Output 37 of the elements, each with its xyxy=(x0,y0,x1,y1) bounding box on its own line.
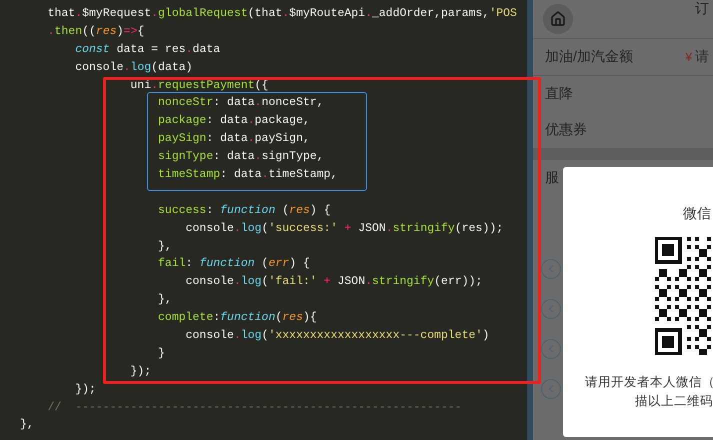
dialog-title: 微信 xyxy=(683,205,711,223)
code-line: console.log('fail:' + JSON.stringify(err)); xyxy=(186,274,482,290)
dialog-message: 描以上二维码 xyxy=(635,393,713,410)
code-line: nonceStr: data.nonceStr, xyxy=(158,95,324,112)
code-line: .then((res)=>{ xyxy=(48,24,144,40)
code-line: complete:function(res){ xyxy=(158,310,317,326)
code-line: }, xyxy=(158,238,172,255)
code-line: } xyxy=(158,346,165,362)
chevron-circle-icon[interactable] xyxy=(541,259,561,279)
code-line: // -------------------------------------------------------- xyxy=(48,400,462,416)
code-line: console.log('xxxxxxxxxxxxxxxxxx---complete') xyxy=(186,328,490,344)
code-line: signType: data.signType, xyxy=(158,149,324,166)
chevron-circle-icon[interactable] xyxy=(541,339,561,359)
code-line: that.$myRequest.globalRequest(that.$myRouteApi._addOrder,params,'POS xyxy=(48,6,517,22)
code-line: fail: function (err) { xyxy=(158,256,310,272)
code-line: package: data.package, xyxy=(158,113,310,130)
code-line: }, xyxy=(20,417,34,434)
chevron-circle-icon[interactable] xyxy=(541,299,561,319)
code-line: const data = res.data xyxy=(75,42,220,58)
code-line: }); xyxy=(130,364,152,380)
form-label: 直降 xyxy=(545,85,573,103)
code-line: }, xyxy=(158,292,172,308)
home-button[interactable] xyxy=(543,4,573,34)
code-line: console.log(data) xyxy=(75,60,193,76)
chevron-circle-icon[interactable] xyxy=(541,379,561,399)
form-label: 加油/加汽金额 xyxy=(545,48,633,66)
dialog-message: 请用开发者本人微信（ xyxy=(585,374,713,391)
code-line: paySign: data.paySign, xyxy=(158,131,310,148)
code-line: success: function (res) { xyxy=(158,202,331,219)
code-line: timeStamp: data.timeStamp, xyxy=(158,167,338,184)
amount-field[interactable]: ¥ 请 xyxy=(685,48,709,66)
code-line: console.log('success:' + JSON.stringify(res)); xyxy=(186,220,504,237)
page-title: 订 xyxy=(695,0,709,18)
home-icon xyxy=(550,11,566,27)
form-label: 优惠券 xyxy=(545,121,587,139)
form-label: 服 xyxy=(545,169,559,187)
code-line: }); xyxy=(75,382,96,398)
